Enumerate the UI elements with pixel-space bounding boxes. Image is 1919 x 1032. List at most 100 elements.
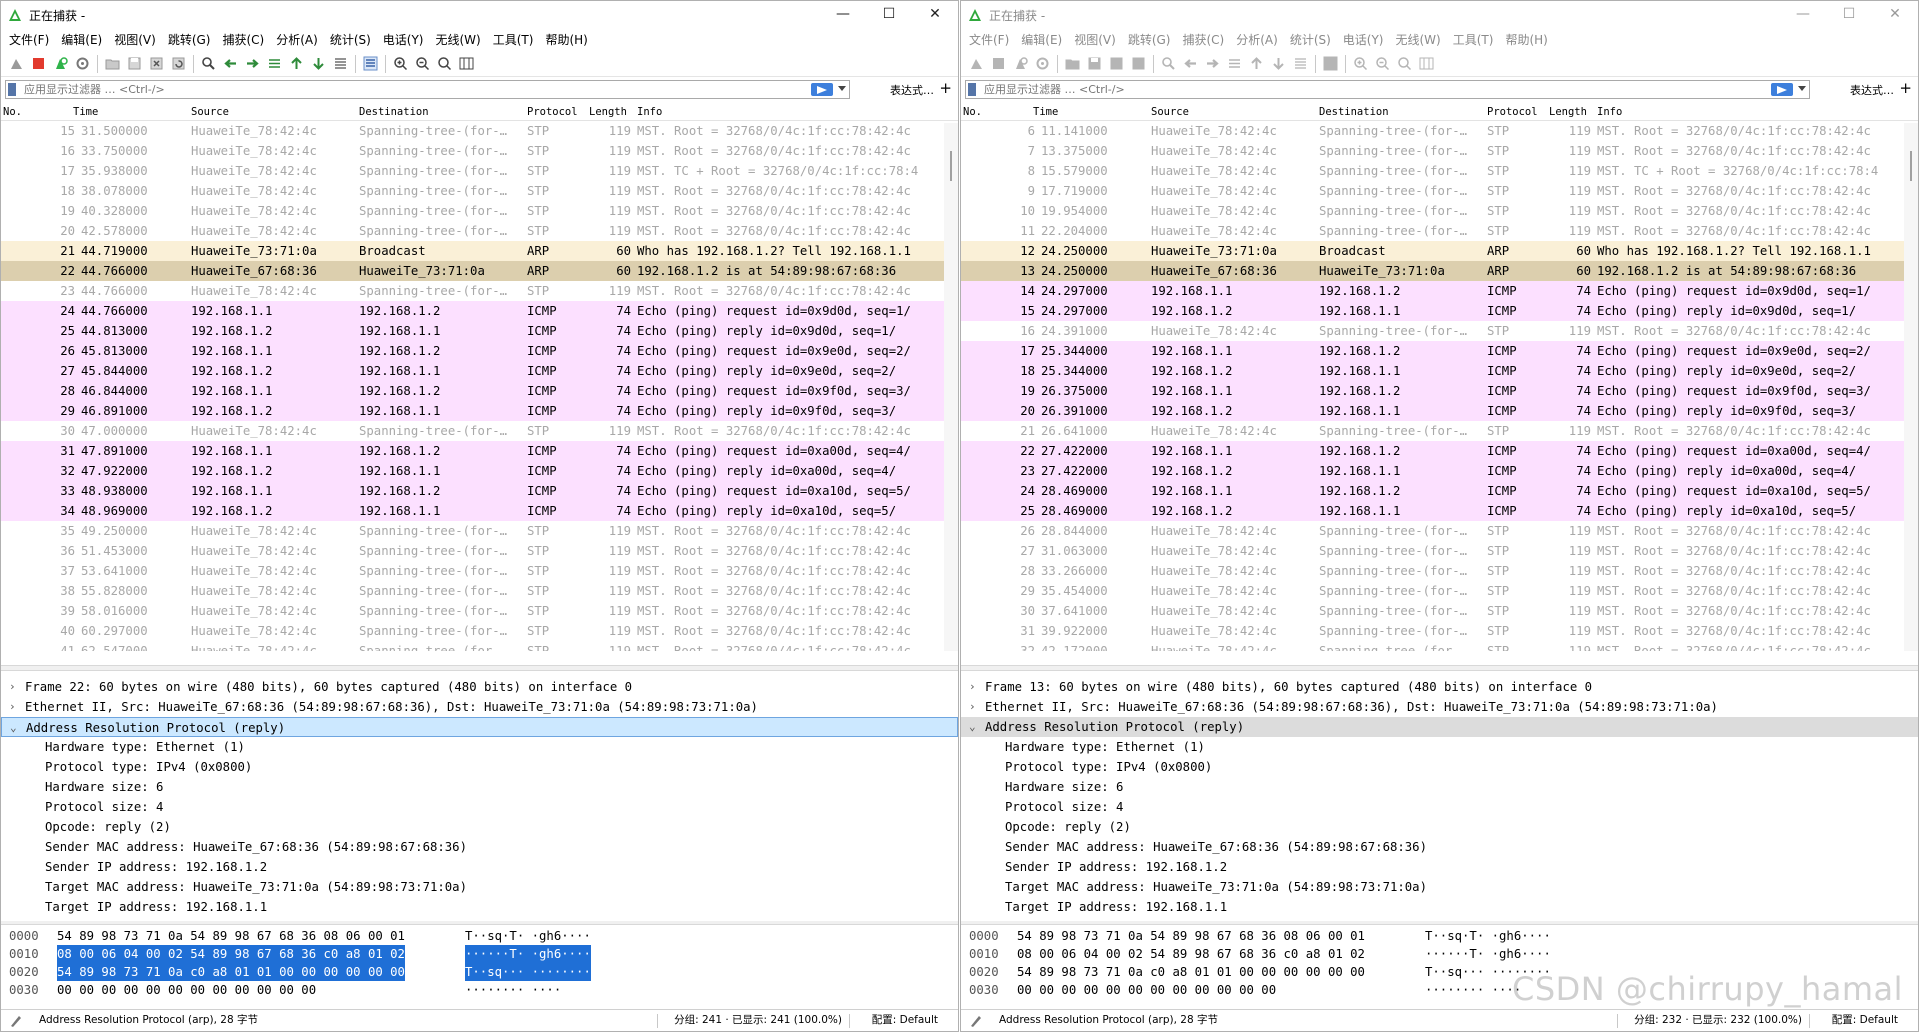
- apply-filter-arrow-icon[interactable]: [811, 83, 833, 96]
- expression-button[interactable]: 表达式…: [890, 82, 934, 98]
- detail-tree-item[interactable]: Opcode: reply (2): [961, 817, 1918, 837]
- column-header[interactable]: Destination: [359, 103, 429, 121]
- zoom-normal-icon[interactable]: [435, 53, 454, 75]
- menu-item[interactable]: 工具(T): [487, 29, 540, 51]
- autoscroll-icon[interactable]: [331, 53, 350, 75]
- packet-row[interactable]: 37 53.641000 HuaweiTe_78:42:4c Spanning-tre…: [1, 561, 958, 581]
- go-forward-icon[interactable]: [243, 53, 262, 75]
- menu-item[interactable]: 跳转(G): [162, 29, 217, 51]
- packet-row[interactable]: 7 13.375000 HuaweiTe_78:42:4c Spanning-tree…: [961, 141, 1918, 161]
- column-header[interactable]: No.: [963, 103, 982, 121]
- packet-row[interactable]: 24 28.469000 192.168.1.1 192.168.1.2 ICMP 74 E…: [961, 481, 1918, 501]
- colorize-icon[interactable]: [1321, 53, 1340, 75]
- detail-tree-item[interactable]: Protocol size: 4: [1, 797, 958, 817]
- packet-row[interactable]: 8 15.579000 HuaweiTe_78:42:4c Spanning-tree…: [961, 161, 1918, 181]
- column-header[interactable]: No.: [3, 103, 22, 121]
- zoom-out-icon[interactable]: [413, 53, 432, 75]
- zoom-in-icon[interactable]: [1351, 53, 1370, 75]
- detail-tree-item[interactable]: Sender MAC address: HuaweiTe_67:68:36 (5…: [1, 837, 958, 857]
- detail-tree-item[interactable]: Hardware type: Ethernet (1): [961, 737, 1918, 757]
- detail-tree-item[interactable]: Sender IP address: 192.168.1.2: [961, 857, 1918, 877]
- hex-bytes[interactable]: 54 89 98 73 71 0a 54 89 98 67 68 36 08 0…: [1017, 927, 1365, 945]
- menu-item[interactable]: 视图(V): [108, 29, 162, 51]
- detail-tree-item[interactable]: › Ethernet II, Src: HuaweiTe_67:68:36 (54…: [961, 697, 1918, 717]
- detail-tree-item[interactable]: › Frame 22: 60 bytes on wire (480 bits), …: [1, 677, 958, 697]
- menu-item[interactable]: 工具(T): [1447, 29, 1500, 51]
- packet-row[interactable]: 27 31.063000 HuaweiTe_78:42:4c Spanning-tre…: [961, 541, 1918, 561]
- go-first-icon[interactable]: [1247, 53, 1266, 75]
- packet-row[interactable]: 20 26.391000 192.168.1.2 192.168.1.1 ICMP 74 E…: [961, 401, 1918, 421]
- hex-bytes[interactable]: 08 00 06 04 00 02 54 89 98 67 68 36 c0 a…: [1017, 945, 1365, 963]
- packet-row[interactable]: 23 44.766000 HuaweiTe_78:42:4c Spanning-tre…: [1, 281, 958, 301]
- packet-row[interactable]: 29 35.454000 HuaweiTe_78:42:4c Spanning-tre…: [961, 581, 1918, 601]
- resize-columns-icon[interactable]: [457, 53, 476, 75]
- ascii-text[interactable]: ······T· ·gh6····: [465, 945, 591, 963]
- hex-bytes[interactable]: 54 89 98 73 71 0a c0 a8 01 01 00 00 00 0…: [57, 963, 405, 981]
- save-file-icon[interactable]: [125, 53, 144, 75]
- packet-row[interactable]: 16 33.750000 HuaweiTe_78:42:4c Spanning-tre…: [1, 141, 958, 161]
- column-header[interactable]: Destination: [1319, 103, 1389, 121]
- detail-tree-item[interactable]: Target IP address: 192.168.1.1: [961, 897, 1918, 917]
- detail-tree-item[interactable]: Target MAC address: HuaweiTe_73:71:0a (5…: [961, 877, 1918, 897]
- go-to-packet-icon[interactable]: [1225, 53, 1244, 75]
- go-back-icon[interactable]: [1181, 53, 1200, 75]
- close-file-icon[interactable]: [1107, 53, 1126, 75]
- column-header[interactable]: Time: [73, 103, 98, 121]
- add-filter-button[interactable]: +: [1899, 79, 1912, 97]
- detail-tree-item[interactable]: ⌄ Address Resolution Protocol (reply): [961, 717, 1918, 737]
- detail-tree-item[interactable]: Protocol size: 4: [961, 797, 1918, 817]
- detail-tree-item[interactable]: Protocol type: IPv4 (0x0800): [1, 757, 958, 777]
- filter-bookmark-icon[interactable]: [968, 83, 976, 96]
- ascii-text[interactable]: T··sq·T· ·gh6····: [465, 927, 591, 945]
- packet-row[interactable]: 29 46.891000 192.168.1.2 192.168.1.1 ICMP 74 E…: [1, 401, 958, 421]
- column-header[interactable]: Length: [589, 103, 627, 121]
- ascii-text[interactable]: ········ ····: [1425, 981, 1521, 999]
- packet-row[interactable]: 32 42.172000 HuaweiTe_78:42:4c Spanning-tre…: [961, 641, 1918, 651]
- packet-row[interactable]: 40 60.297000 HuaweiTe_78:42:4c Spanning-tre…: [1, 621, 958, 641]
- packet-row[interactable]: 17 35.938000 HuaweiTe_78:42:4c Spanning-tre…: [1, 161, 958, 181]
- pane-splitter[interactable]: [1, 665, 958, 671]
- expand-arrow-icon[interactable]: ›: [969, 697, 979, 717]
- detail-tree-item[interactable]: Target MAC address: HuaweiTe_73:71:0a (5…: [1, 877, 958, 897]
- close-file-icon[interactable]: [147, 53, 166, 75]
- expert-info-icon[interactable]: [9, 1014, 23, 1028]
- column-header[interactable]: Info: [637, 103, 662, 121]
- pane-splitter[interactable]: [961, 665, 1918, 671]
- minimize-button[interactable]: —: [1780, 1, 1826, 29]
- stop-capture-icon[interactable]: [989, 53, 1008, 75]
- packet-row[interactable]: 31 47.891000 192.168.1.1 192.168.1.2 ICMP 74 E…: [1, 441, 958, 461]
- packet-row[interactable]: 17 25.344000 192.168.1.1 192.168.1.2 ICMP 74 E…: [961, 341, 1918, 361]
- column-header[interactable]: Time: [1033, 103, 1058, 121]
- column-header[interactable]: Protocol: [1487, 103, 1538, 121]
- open-file-icon[interactable]: [103, 53, 122, 75]
- profile-status[interactable]: 配置: Default: [872, 1010, 938, 1031]
- packet-row[interactable]: 31 39.922000 HuaweiTe_78:42:4c Spanning-tre…: [961, 621, 1918, 641]
- detail-tree-item[interactable]: Target IP address: 192.168.1.1: [1, 897, 958, 917]
- packet-row[interactable]: 6 11.141000 HuaweiTe_78:42:4c Spanning-tree…: [961, 121, 1918, 141]
- packet-row[interactable]: 33 48.938000 192.168.1.1 192.168.1.2 ICMP 74 E…: [1, 481, 958, 501]
- packet-row[interactable]: 9 17.719000 HuaweiTe_78:42:4c Spanning-tree…: [961, 181, 1918, 201]
- column-header[interactable]: Protocol: [527, 103, 578, 121]
- detail-tree-item[interactable]: Hardware size: 6: [961, 777, 1918, 797]
- packet-row[interactable]: 38 55.828000 HuaweiTe_78:42:4c Spanning-tre…: [1, 581, 958, 601]
- packet-row[interactable]: 32 47.922000 192.168.1.2 192.168.1.1 ICMP 74 E…: [1, 461, 958, 481]
- scrollbar-thumb[interactable]: [950, 151, 952, 181]
- ascii-text[interactable]: T··sq··· ········: [465, 963, 591, 981]
- detail-tree-item[interactable]: Protocol type: IPv4 (0x0800): [961, 757, 1918, 777]
- detail-tree-item[interactable]: Opcode: reply (2): [1, 817, 958, 837]
- close-button[interactable]: ✕: [912, 1, 958, 29]
- packet-row[interactable]: 23 27.422000 192.168.1.2 192.168.1.1 ICMP 74 E…: [961, 461, 1918, 481]
- menu-item[interactable]: 编辑(E): [1015, 29, 1068, 51]
- go-forward-icon[interactable]: [1203, 53, 1222, 75]
- detail-tree-item[interactable]: Hardware size: 6: [1, 777, 958, 797]
- menu-item[interactable]: 电话(Y): [377, 29, 430, 51]
- colorize-icon[interactable]: [361, 53, 380, 75]
- detail-tree-item[interactable]: › Frame 13: 60 bytes on wire (480 bits), …: [961, 677, 1918, 697]
- go-first-icon[interactable]: [287, 53, 306, 75]
- restart-capture-icon[interactable]: [1011, 53, 1030, 75]
- shark-fin-icon[interactable]: [967, 53, 986, 75]
- expert-info-icon[interactable]: [969, 1014, 983, 1028]
- packet-row[interactable]: 19 40.328000 HuaweiTe_78:42:4c Spanning-tre…: [1, 201, 958, 221]
- hex-bytes[interactable]: 54 89 98 73 71 0a 54 89 98 67 68 36 08 0…: [57, 927, 405, 945]
- packet-row[interactable]: 35 49.250000 HuaweiTe_78:42:4c Spanning-tre…: [1, 521, 958, 541]
